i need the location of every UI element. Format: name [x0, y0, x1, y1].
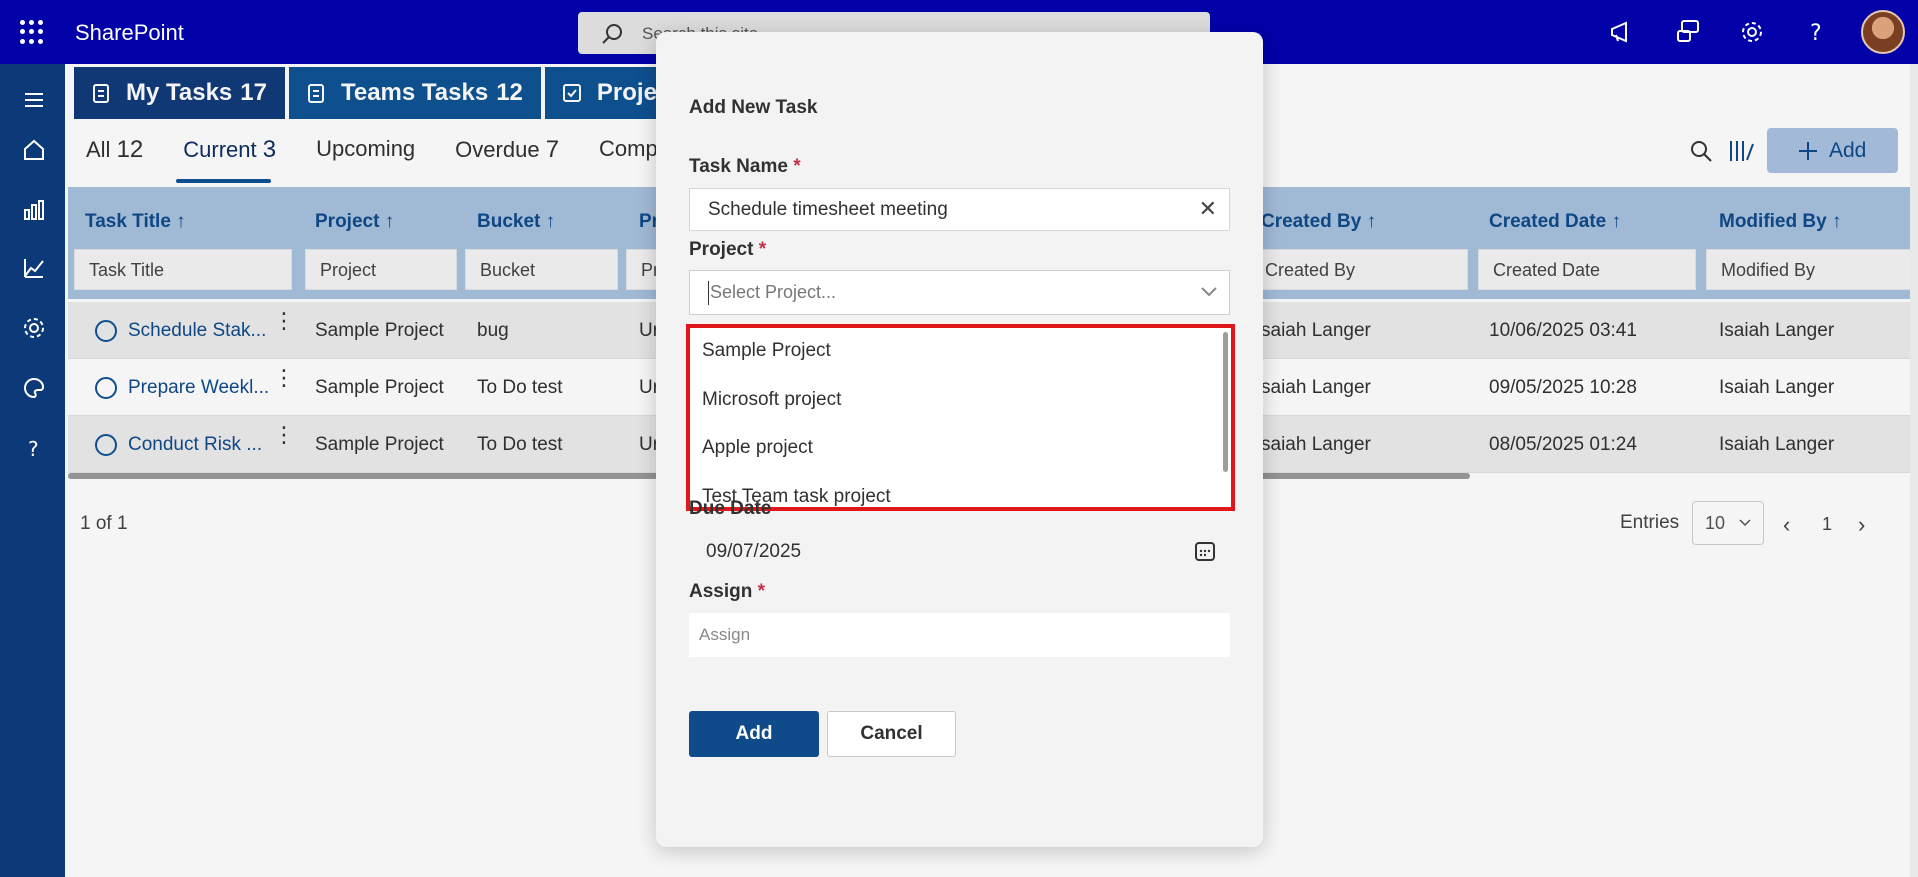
- dialog-title: Add New Task: [689, 97, 818, 118]
- cancel-button[interactable]: Cancel: [827, 711, 956, 757]
- due-date-value[interactable]: 09/07/2025: [706, 541, 801, 563]
- svg-text:?: ?: [1810, 21, 1822, 46]
- required-mark: *: [757, 581, 766, 602]
- project-option[interactable]: Microsoft project: [702, 389, 841, 411]
- chart-bar-icon[interactable]: [22, 198, 46, 222]
- task-name-value: Schedule timesheet meeting: [708, 199, 948, 220]
- project-placeholder: Select Project...: [710, 282, 837, 302]
- gear-icon[interactable]: [1738, 18, 1766, 46]
- project-dropdown-list: Sample Project Microsoft project Apple p…: [686, 324, 1235, 511]
- app-title[interactable]: SharePoint: [75, 20, 184, 46]
- calendar-icon[interactable]: [1194, 540, 1216, 562]
- avatar[interactable]: [1861, 10, 1905, 54]
- project-label: Project *: [689, 239, 766, 261]
- task-name-label: Task Name *: [689, 156, 801, 178]
- hamburger-icon[interactable]: [22, 88, 46, 112]
- trend-icon[interactable]: [22, 256, 46, 280]
- project-select[interactable]: Select Project...: [689, 270, 1230, 315]
- waffle-icon[interactable]: [20, 20, 44, 44]
- due-date-label: Due Date: [689, 498, 772, 519]
- megaphone-icon[interactable]: [1608, 18, 1636, 46]
- task-name-label-text: Task Name: [689, 156, 788, 177]
- project-option[interactable]: Sample Project: [702, 340, 831, 362]
- close-icon[interactable]: ✕: [1199, 196, 1217, 222]
- assign-label-text: Assign: [689, 581, 753, 602]
- add-button[interactable]: Add: [689, 711, 819, 757]
- assign-label: Assign *: [689, 581, 765, 603]
- search-icon: [602, 24, 622, 44]
- svg-text:?: ?: [28, 437, 39, 460]
- assign-placeholder: Assign: [699, 625, 751, 644]
- question-icon[interactable]: ?: [22, 436, 46, 460]
- home-icon[interactable]: [22, 138, 46, 162]
- project-label-text: Project: [689, 239, 754, 260]
- left-rail: ?: [0, 64, 65, 877]
- help-icon[interactable]: ?: [1802, 18, 1830, 46]
- required-mark: *: [758, 239, 767, 260]
- palette-icon[interactable]: [22, 376, 46, 400]
- add-task-dialog: Add New Task Task Name * Schedule timesh…: [656, 32, 1263, 847]
- chevron-down-icon[interactable]: [1199, 281, 1219, 301]
- chat-icon[interactable]: [1674, 18, 1702, 46]
- assign-input[interactable]: Assign: [689, 613, 1230, 657]
- text-caret: [708, 281, 709, 305]
- dropdown-scrollbar[interactable]: [1223, 332, 1228, 472]
- required-mark: *: [793, 156, 801, 177]
- project-option[interactable]: Apple project: [702, 437, 813, 459]
- task-name-input[interactable]: Schedule timesheet meeting ✕: [689, 188, 1230, 231]
- settings-icon[interactable]: [22, 316, 46, 340]
